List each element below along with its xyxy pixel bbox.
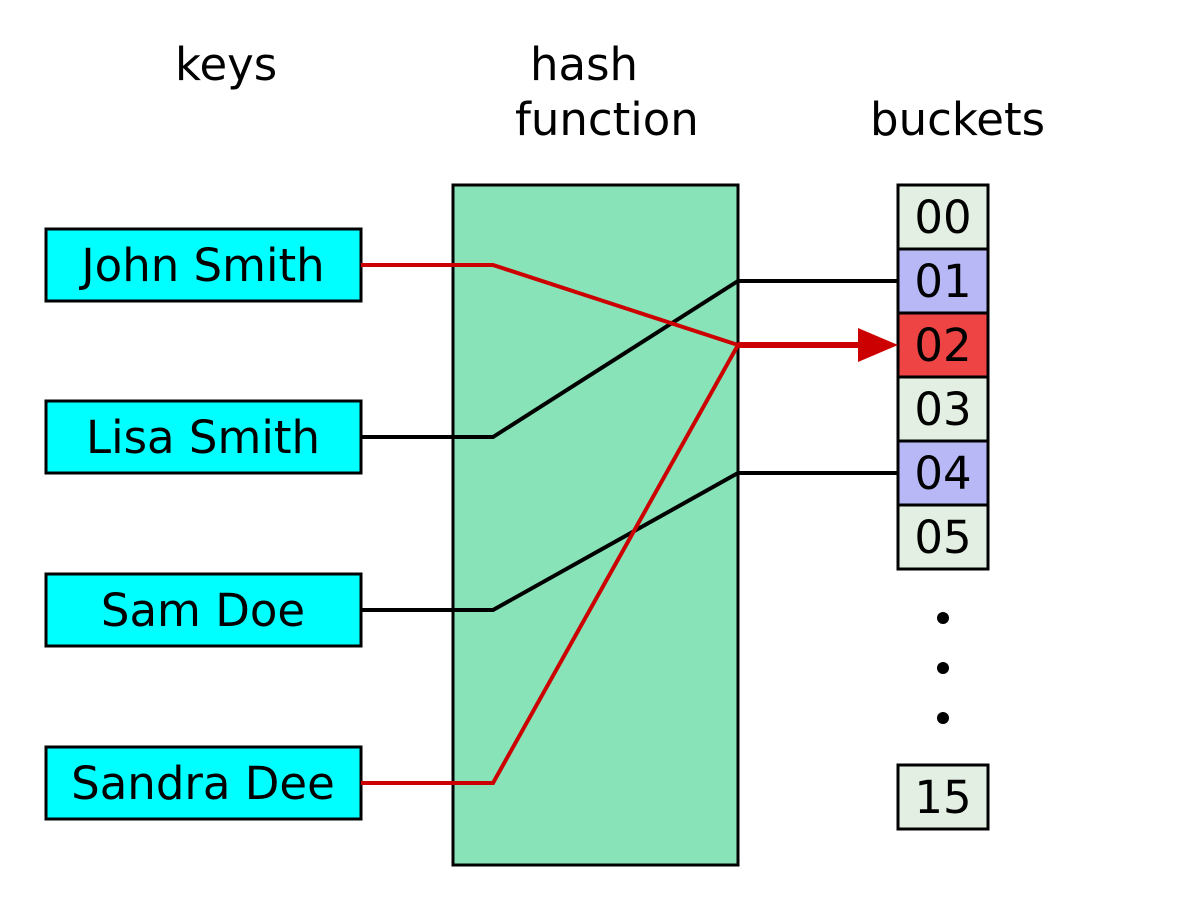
key-sam-doe: Sam Doe	[46, 574, 361, 646]
bucket-label: 01	[914, 255, 971, 308]
bucket-04: 04	[898, 441, 988, 505]
bucket-15: 15	[898, 765, 988, 829]
key-label: John Smith	[78, 239, 324, 292]
bucket-05: 05	[898, 505, 988, 569]
key-lisa-smith: Lisa Smith	[46, 401, 361, 473]
key-label: Sam Doe	[101, 584, 305, 637]
bucket-ellipsis	[937, 612, 949, 724]
bucket-00: 00	[898, 185, 988, 249]
hash-function-header-line1: hash	[530, 38, 638, 91]
keys-header: keys	[175, 38, 277, 91]
arrowhead-icon	[858, 328, 898, 362]
bucket-label: 05	[914, 511, 971, 564]
bucket-label: 02	[914, 319, 971, 372]
key-label: Lisa Smith	[86, 411, 320, 464]
bucket-label: 03	[914, 383, 971, 436]
key-john-smith: John Smith	[46, 229, 361, 301]
key-label: Sandra Dee	[71, 757, 335, 810]
bucket-01: 01	[898, 249, 988, 313]
bucket-label: 04	[914, 447, 971, 500]
hash-function-box	[453, 185, 738, 865]
bucket-03: 03	[898, 377, 988, 441]
key-sandra-dee: Sandra Dee	[46, 747, 361, 819]
bucket-02: 02	[898, 313, 988, 377]
bucket-label: 15	[914, 771, 971, 824]
bucket-label: 00	[914, 191, 971, 244]
hash-function-header-line2: function	[515, 93, 699, 146]
buckets-header: buckets	[870, 93, 1045, 146]
